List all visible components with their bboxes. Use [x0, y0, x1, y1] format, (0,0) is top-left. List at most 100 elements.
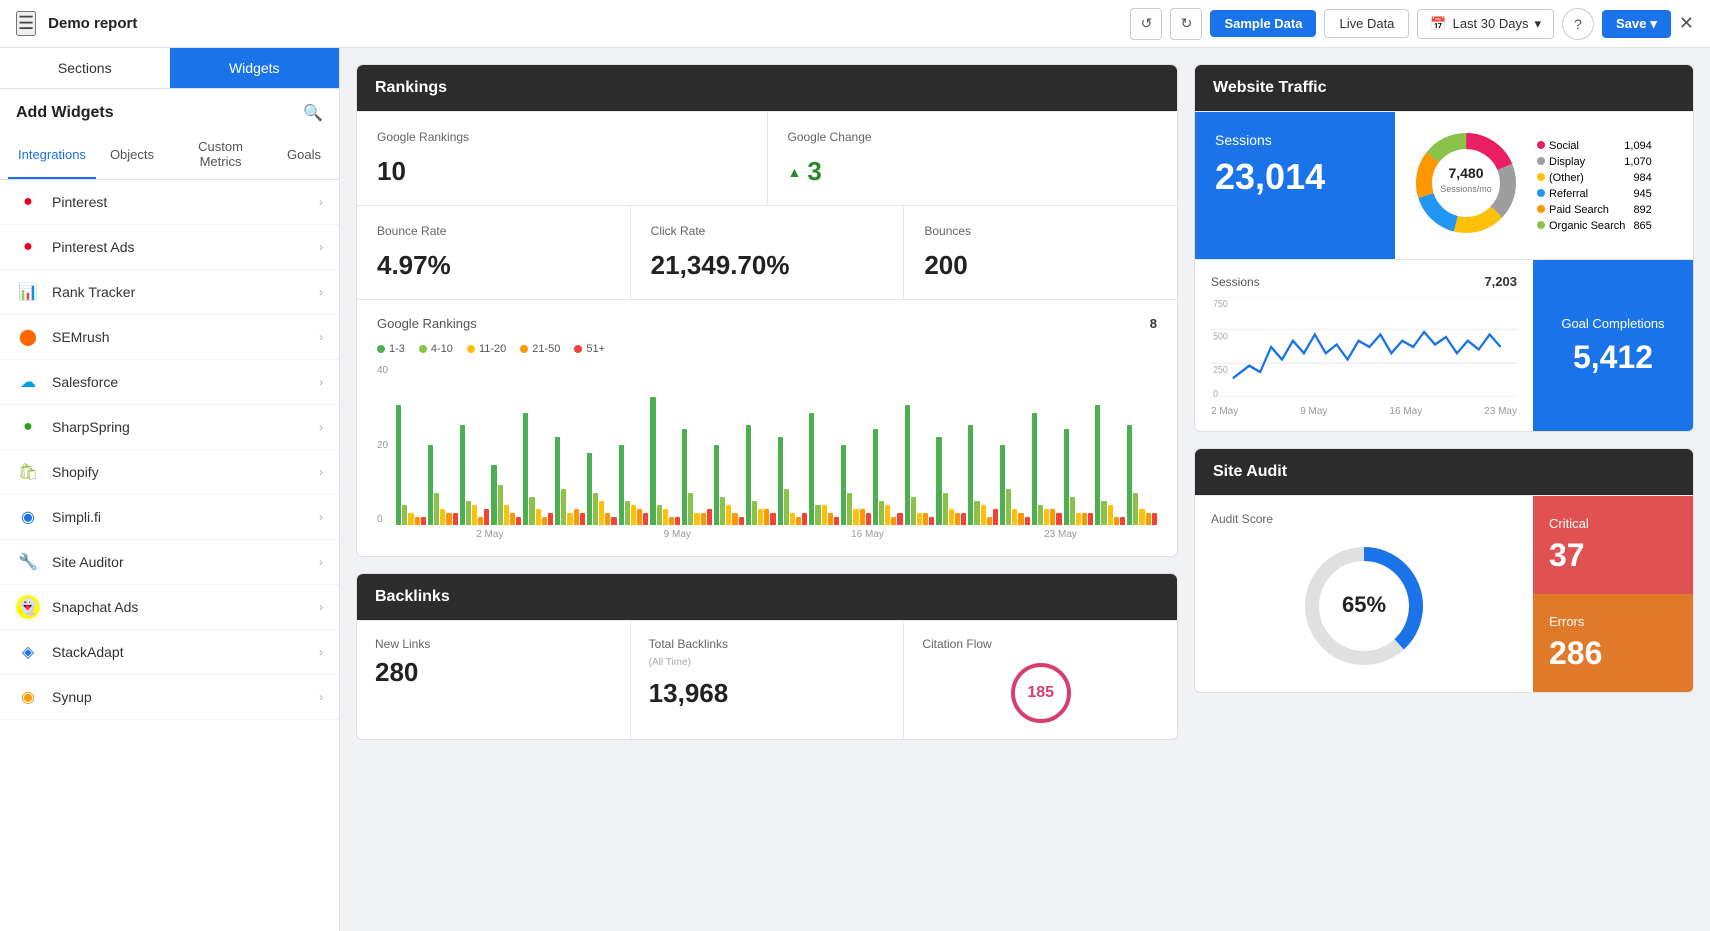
sidebar-item-site-auditor[interactable]: 🔧 Site Auditor ›	[0, 540, 339, 585]
bar	[1056, 513, 1061, 525]
bar	[510, 513, 515, 525]
bar	[943, 493, 948, 525]
right-column: Website Traffic Sessions 23,014	[1194, 64, 1694, 915]
redo-button[interactable]: ↻	[1170, 8, 1202, 40]
chart-date-label: 16 May	[1389, 406, 1422, 417]
sidebar-tabs: Sections Widgets	[0, 48, 339, 89]
donut-legend-item: Display1,070	[1537, 156, 1652, 168]
sidebar-item-label: Pinterest Ads	[52, 239, 135, 255]
bar	[650, 397, 655, 525]
bar	[580, 513, 585, 525]
goal-completions-card: Goal Completions 5,412	[1533, 260, 1693, 431]
bar	[841, 445, 846, 525]
bar	[619, 445, 624, 525]
live-data-button[interactable]: Live Data	[1324, 9, 1409, 38]
service-icon: ●	[16, 190, 40, 214]
bar	[770, 513, 775, 525]
bar	[498, 485, 503, 525]
chart-value: 8	[1150, 316, 1157, 331]
critical-card: Critical 37	[1533, 496, 1693, 594]
google-rankings-value: 10	[377, 156, 747, 187]
wt-cards-row: Sessions 23,014	[1195, 111, 1693, 259]
left-column: Rankings Google Rankings 10 Google Chang…	[356, 64, 1178, 915]
subtab-integrations[interactable]: Integrations	[8, 131, 96, 179]
sample-data-button[interactable]: Sample Data	[1210, 10, 1316, 37]
sidebar-item-snapchat-ads[interactable]: 👻 Snapchat Ads ›	[0, 585, 339, 630]
sessions-chart-card: Sessions 7,203 750 500 250	[1195, 260, 1533, 431]
save-button[interactable]: Save ▾	[1602, 10, 1671, 38]
svg-text:65%: 65%	[1342, 592, 1386, 617]
bar	[847, 493, 852, 525]
donut-legend-item: (Other)984	[1537, 172, 1652, 184]
new-links-value: 280	[375, 657, 612, 688]
svg-text:750: 750	[1213, 297, 1228, 309]
bar	[726, 505, 731, 525]
undo-button[interactable]: ↺	[1130, 8, 1162, 40]
menu-button[interactable]: ☰	[16, 11, 36, 36]
bar	[778, 437, 783, 525]
subtab-objects[interactable]: Objects	[100, 131, 164, 179]
tab-widgets[interactable]: Widgets	[170, 48, 340, 88]
bar-group	[396, 405, 426, 525]
sidebar-item-synup[interactable]: ◉ Synup ›	[0, 675, 339, 720]
chart-date-label: 9 May	[1300, 406, 1327, 417]
legend-item: 11-20	[467, 343, 506, 355]
sessions-chart-label: Sessions	[1211, 275, 1260, 289]
tab-sections[interactable]: Sections	[0, 48, 170, 88]
bar	[1038, 505, 1043, 525]
date-range-button[interactable]: 📅 Last 30 Days ▾	[1417, 9, 1554, 39]
citation-flow-value: 185	[1027, 684, 1054, 702]
sidebar-item-shopify[interactable]: 🛍 Shopify ›	[0, 450, 339, 495]
bar	[1095, 405, 1100, 525]
google-change-value: ▲ 3	[788, 156, 1158, 187]
bar	[637, 509, 642, 525]
report-title: Demo report	[48, 15, 137, 32]
sidebar-item-simpli.fi[interactable]: ◉ Simpli.fi ›	[0, 495, 339, 540]
svg-text:0: 0	[1213, 387, 1218, 397]
subtab-custom-metrics[interactable]: Custom Metrics	[168, 131, 273, 179]
search-button[interactable]: 🔍	[303, 103, 323, 123]
bar-group	[746, 425, 776, 525]
bar-group	[491, 465, 521, 525]
site-audit-section: Site Audit Audit Score 65%	[1194, 448, 1694, 693]
google-change-label: Google Change	[788, 130, 1158, 144]
add-widgets-title: Add Widgets	[16, 104, 114, 122]
bar	[1108, 505, 1113, 525]
bar	[523, 413, 528, 525]
bar	[657, 505, 662, 525]
service-icon: ◉	[16, 685, 40, 709]
bar	[542, 517, 547, 525]
sessions-label: Sessions	[1215, 132, 1375, 148]
sidebar-item-pinterest-ads[interactable]: ● Pinterest Ads ›	[0, 225, 339, 270]
sidebar-item-stackadapt[interactable]: ◈ StackAdapt ›	[0, 630, 339, 675]
bar	[402, 505, 407, 525]
bar	[949, 509, 954, 525]
rankings-header: Rankings	[357, 65, 1177, 111]
chevron-right-icon: ›	[319, 240, 323, 254]
bar-group	[1095, 405, 1125, 525]
bar	[853, 509, 858, 525]
legend-item: 51+	[574, 343, 605, 355]
chevron-right-icon: ›	[319, 375, 323, 389]
legend-item: 21-50	[520, 343, 560, 355]
audit-side-cards: Critical 37 Errors 286	[1533, 496, 1693, 692]
help-button[interactable]: ?	[1562, 8, 1594, 40]
bar	[1101, 501, 1106, 525]
close-button[interactable]: ✕	[1679, 13, 1694, 34]
sidebar-item-semrush[interactable]: ⬤ SEMrush ›	[0, 315, 339, 360]
bar	[1006, 489, 1011, 525]
sidebar-item-salesforce[interactable]: ☁ Salesforce ›	[0, 360, 339, 405]
rankings-section: Rankings Google Rankings 10 Google Chang…	[356, 64, 1178, 557]
sidebar-item-sharpspring[interactable]: ● SharpSpring ›	[0, 405, 339, 450]
bar	[1064, 429, 1069, 525]
subtab-goals[interactable]: Goals	[277, 131, 331, 179]
bar-group	[1127, 425, 1157, 525]
donut-legend-item: Paid Search892	[1537, 204, 1652, 216]
svg-text:7,480: 7,480	[1448, 165, 1483, 181]
bar	[669, 517, 674, 525]
chevron-right-icon: ›	[319, 690, 323, 704]
sidebar-item-pinterest[interactable]: ● Pinterest ›	[0, 180, 339, 225]
sidebar-item-rank-tracker[interactable]: 📊 Rank Tracker ›	[0, 270, 339, 315]
bar	[446, 513, 451, 525]
bar	[688, 493, 693, 525]
